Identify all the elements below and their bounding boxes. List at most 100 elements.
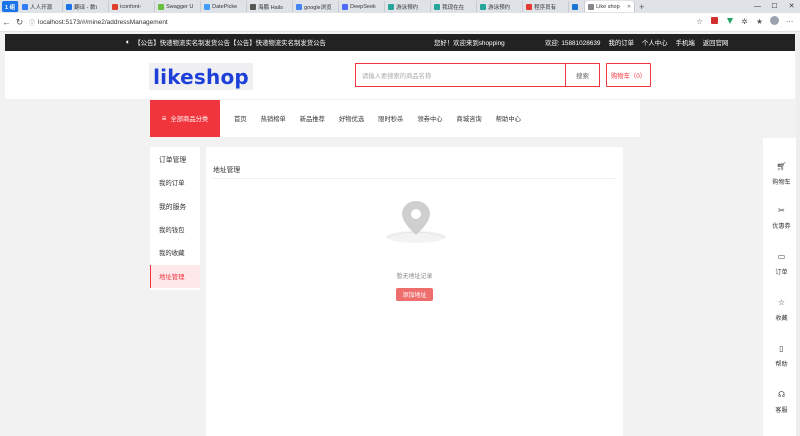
address-panel: 地址管理 暂无地址记录 添加地址 <box>206 147 623 436</box>
float-service-label: 客服 <box>775 407 788 414</box>
maximize-icon[interactable]: ☐ <box>766 0 783 13</box>
speaker-icon: 🔈︎ <box>126 38 131 46</box>
order-icon: ▭ <box>777 252 786 261</box>
coupon-icon: ✂ <box>778 206 785 215</box>
nav-row: ≡ 全部商品分类 首页 热销榜单 新品推荐 好物优选 限时秒杀 领券中心 商城咨… <box>5 99 795 137</box>
more-menu-icon[interactable]: ⋯ <box>785 17 794 26</box>
back-icon[interactable]: ← <box>0 17 13 27</box>
browser-tab[interactable]: 翻译 - 数ì <box>63 1 110 12</box>
new-tab-button[interactable]: + <box>635 2 648 12</box>
extension-green-icon[interactable] <box>725 17 734 26</box>
minimize-icon[interactable]: — <box>749 0 766 13</box>
nav-link-coupons[interactable]: 领券中心 <box>417 114 442 123</box>
all-categories-label: 全部商品分类 <box>170 116 209 123</box>
browser-tab[interactable]: 游泳预约 <box>385 1 432 12</box>
favicon-icon <box>66 3 73 10</box>
close-window-icon[interactable]: ✕ <box>783 0 800 13</box>
browser-tab[interactable]: 程序员有 <box>523 1 570 12</box>
float-favorites[interactable]: ☆ 收藏 <box>763 298 800 322</box>
menu-item-my-wallet[interactable]: 我的钱包 <box>150 218 200 242</box>
profile-center-link[interactable]: 个人中心 <box>642 38 668 47</box>
browser-tab[interactable]: 人人开源 <box>19 1 64 12</box>
url-field[interactable]: ⓘ localhost:5173/#/mine2/addressManageme… <box>29 16 168 29</box>
browser-tab[interactable]: iconfont- <box>109 1 156 12</box>
main-nav: ≡ 全部商品分类 首页 热销榜单 新品推荐 好物优选 限时秒杀 领券中心 商城咨… <box>150 100 640 137</box>
nav-link-news[interactable]: 商城咨询 <box>457 114 482 123</box>
my-orders-link[interactable]: 我的订单 <box>608 38 634 47</box>
tab-title: 翻译 - 数ì <box>74 4 98 11</box>
user-phone-link[interactable]: 欢迎: 15881028639 <box>545 38 600 47</box>
nav-link-hot[interactable]: 热销榜单 <box>261 114 286 123</box>
top-links: 欢迎: 15881028639 我的订单 个人中心 手机端 返回官网 <box>545 38 728 47</box>
extension-red-icon[interactable] <box>710 17 719 26</box>
browser-tab-strip: 1 组 人人开源 翻译 - 数ì iconfont- Swagger U Dat… <box>0 0 800 13</box>
menu-item-address-management[interactable]: 地址管理 <box>150 264 200 288</box>
browser-tab[interactable]: google浏览 <box>293 1 340 12</box>
tab-group-badge[interactable]: 1 组 <box>2 1 20 12</box>
floating-toolbar: 🛒︎ 购物车 ✂ 优惠券 ▭ 订单 ☆ 收藏 ▯ 帮助 ☊ 客服 <box>763 138 800 436</box>
browser-tab[interactable]: 游泳预约 <box>477 1 524 12</box>
float-help[interactable]: ▯ 帮助 <box>763 344 800 368</box>
tab-title: Swagger U <box>166 3 194 10</box>
favicon-icon <box>480 3 487 10</box>
nav-link-selected[interactable]: 好物优选 <box>339 114 364 123</box>
profile-avatar[interactable] <box>770 16 779 27</box>
nav-link-flash-sale[interactable]: 限时秒杀 <box>378 114 403 123</box>
favicon-icon <box>526 3 533 10</box>
browser-toolbar-icons: ☆ ✲ ★ ⋯ <box>695 16 794 27</box>
title-divider <box>213 178 615 179</box>
browser-tab[interactable]: DeepSeek <box>339 1 386 12</box>
page-scrollbar[interactable] <box>796 34 800 436</box>
tab-title: iconfont- <box>120 3 142 10</box>
browser-tab[interactable] <box>569 1 586 12</box>
mobile-link[interactable]: 手机端 <box>676 38 695 47</box>
nav-link-help[interactable]: 帮助中心 <box>496 114 521 123</box>
browser-tab-active[interactable]: Like shop ✕ <box>585 1 636 12</box>
favicon-icon <box>572 3 579 10</box>
account-menu: 订单管理 我的订单 我的服务 我的钱包 我的收藏 地址管理 <box>150 147 200 290</box>
reload-icon[interactable]: ↻ <box>13 17 26 28</box>
notice-text: 【公告】快递物流实名制发货公告【公告】快递物流实名制发货公告 <box>134 40 326 47</box>
site-info-icon[interactable]: ⓘ <box>29 18 35 27</box>
favicon-icon <box>588 3 595 10</box>
favicon-icon <box>434 3 441 10</box>
all-categories-button[interactable]: ≡ 全部商品分类 <box>150 100 220 137</box>
float-coupon[interactable]: ✂ 优惠券 <box>763 206 800 230</box>
menu-item-my-favorites[interactable]: 我的收藏 <box>150 241 200 265</box>
search-input[interactable]: 请输入要搜索的商品名称 <box>356 64 565 86</box>
favicon-icon <box>204 3 211 10</box>
browser-tab[interactable]: 我现在在 <box>431 1 478 12</box>
tab-title: DatePicke <box>212 3 238 10</box>
float-service[interactable]: ☊ 客服 <box>763 390 800 414</box>
favicon-icon <box>296 3 303 10</box>
bookmark-star-icon[interactable]: ☆ <box>695 17 704 26</box>
search-box: 请输入要搜索的商品名称 搜索 <box>355 63 600 87</box>
nav-link-new[interactable]: 新品推荐 <box>300 114 325 123</box>
notice-bar: 🔈︎ 【公告】快递物流实名制发货公告【公告】快递物流实名制发货公告 <box>126 38 326 48</box>
page-title: 地址管理 <box>213 167 241 174</box>
menu-item-my-orders[interactable]: 我的订单 <box>150 171 200 195</box>
back-official-link[interactable]: 返回官网 <box>703 38 729 47</box>
cart-button[interactable]: 购物车（0） <box>606 63 651 87</box>
close-tab-icon[interactable]: ✕ <box>627 4 631 10</box>
window-controls: — ☐ ✕ <box>749 0 800 13</box>
search-button[interactable]: 搜索 <box>565 64 599 86</box>
browser-tab[interactable]: DatePicke <box>201 1 248 12</box>
tab-title: 游泳预约 <box>488 4 511 11</box>
add-address-button[interactable]: 添加地址 <box>396 288 433 301</box>
browser-tab[interactable]: Swagger U <box>155 1 202 12</box>
extensions-icon[interactable]: ✲ <box>740 17 749 26</box>
favicon-icon <box>250 3 257 10</box>
favorites-icon[interactable]: ★ <box>755 17 764 26</box>
empty-state-text: 暂无地址记录 <box>396 274 433 280</box>
browser-tab[interactable]: 海鹏 Hails <box>247 1 294 12</box>
nav-link-home[interactable]: 首页 <box>234 114 247 123</box>
menu-item-my-services[interactable]: 我的服务 <box>150 194 200 218</box>
favicon-icon <box>158 3 165 10</box>
menu-item-order-management[interactable]: 订单管理 <box>150 147 200 171</box>
site-logo[interactable]: likeshop <box>149 63 253 90</box>
tab-title: Like shop <box>596 3 620 10</box>
float-order[interactable]: ▭ 订单 <box>763 252 800 276</box>
float-cart[interactable]: 🛒︎ 购物车 <box>763 162 800 186</box>
site-top-bar: 🔈︎ 【公告】快递物流实名制发货公告【公告】快递物流实名制发货公告 您好！欢迎来… <box>5 34 795 51</box>
